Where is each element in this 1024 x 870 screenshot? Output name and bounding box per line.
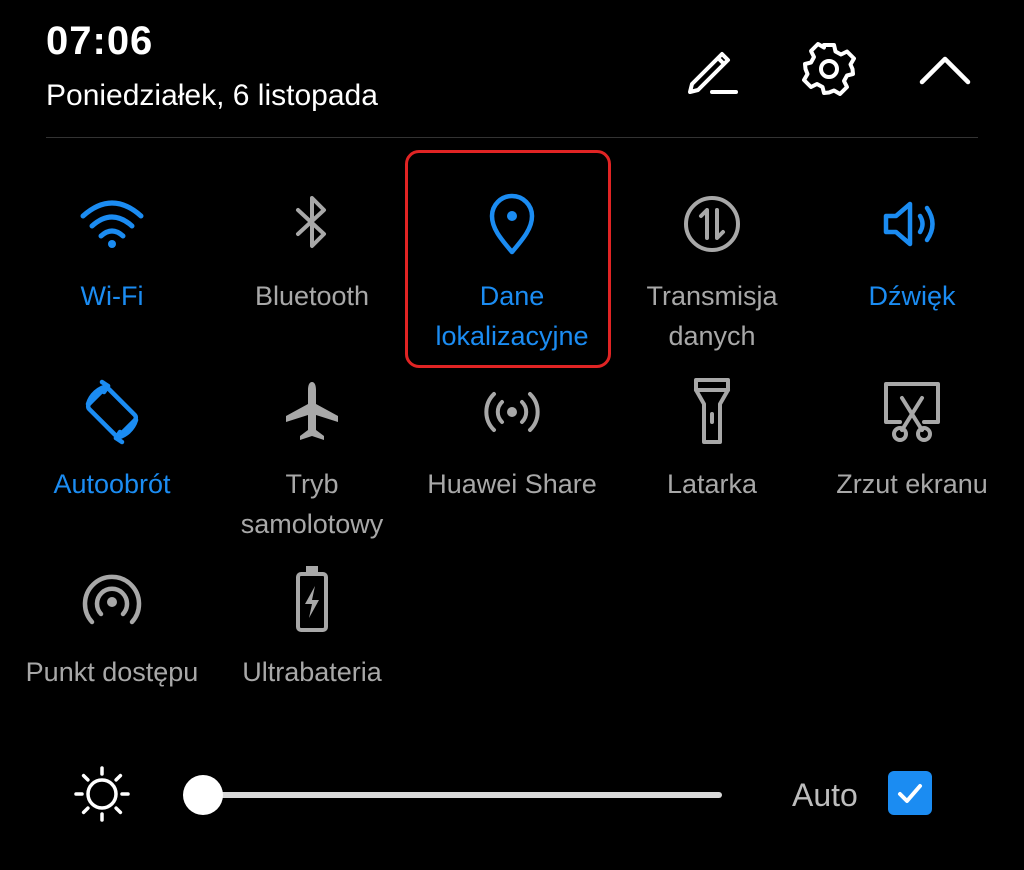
- tile-bluetooth[interactable]: Bluetooth: [212, 186, 412, 374]
- tile-label-screenshot: Zrzut ekranu: [836, 469, 988, 499]
- tile-flashlight[interactable]: Latarka: [612, 374, 812, 562]
- screenshot-icon: [874, 374, 950, 450]
- sound-icon: [874, 186, 950, 262]
- brightness-sun-icon: [74, 766, 130, 822]
- huawei-share-icon: [474, 374, 550, 450]
- collapse-button[interactable]: [916, 40, 974, 98]
- quick-settings-grid: Wi-Fi Bluetooth Dane lokalizacyjne Trans…: [12, 186, 1012, 750]
- tile-label-flashlight: Latarka: [666, 469, 758, 499]
- tile-label-bluetooth: Bluetooth: [254, 281, 370, 311]
- checkmark-icon: [898, 784, 922, 803]
- header-actions: [684, 40, 974, 98]
- tile-airplane-mode[interactable]: Tryb samolotowy: [212, 374, 412, 562]
- settings-button[interactable]: [800, 40, 858, 98]
- battery-saver-icon: [274, 562, 350, 638]
- auto-brightness-checkbox[interactable]: [888, 771, 932, 815]
- brightness-slider-thumb[interactable]: [182, 775, 223, 815]
- airplane-icon: [274, 374, 350, 450]
- edit-icon: [688, 52, 738, 94]
- tile-auto-rotate[interactable]: Autoobrót: [12, 374, 212, 562]
- brightness-bar: Auto: [72, 762, 962, 828]
- tile-sound[interactable]: Dźwięk: [812, 186, 1012, 374]
- tile-wifi[interactable]: Wi-Fi: [12, 186, 212, 374]
- date-text: Poniedziałek, 6 listopada: [46, 79, 378, 112]
- bluetooth-icon: [274, 186, 350, 262]
- tile-label-ultra-battery: Ultrabateria: [242, 657, 382, 687]
- clock-time: 07:06: [46, 19, 154, 63]
- tile-label-airplane-mode: Tryb samolotowy: [240, 469, 384, 539]
- status-header: 07:06 Poniedziałek, 6 listopada: [46, 18, 378, 114]
- tile-label-auto-rotate: Autoobrót: [53, 469, 171, 499]
- tile-ultra-battery[interactable]: Ultrabateria: [212, 562, 412, 750]
- tile-huawei-share[interactable]: Huawei Share: [412, 374, 612, 562]
- edit-button[interactable]: [684, 40, 742, 98]
- collapse-chevron-up-icon: [919, 56, 971, 85]
- tile-label-wifi: Wi-Fi: [80, 281, 144, 311]
- settings-gear-icon: [802, 42, 856, 96]
- tile-label-huawei-share: Huawei Share: [427, 469, 597, 499]
- tile-label-hotspot: Punkt dostępu: [25, 657, 199, 687]
- flashlight-icon: [674, 374, 750, 450]
- hotspot-icon: [74, 562, 150, 638]
- location-pin-icon: [474, 186, 550, 262]
- tile-location[interactable]: Dane lokalizacyjne: [412, 186, 612, 374]
- header-divider: [46, 137, 978, 138]
- wifi-icon: [74, 186, 150, 262]
- tile-label-mobile-data: Transmisja danych: [646, 281, 778, 351]
- tile-hotspot[interactable]: Punkt dostępu: [12, 562, 212, 750]
- tile-mobile-data[interactable]: Transmisja danych: [612, 186, 812, 374]
- auto-brightness-label: Auto: [792, 777, 858, 813]
- tile-label-sound: Dźwięk: [868, 281, 956, 311]
- mobile-data-icon: [674, 186, 750, 262]
- tile-label-location: Dane lokalizacyjne: [435, 281, 589, 351]
- tile-screenshot[interactable]: Zrzut ekranu: [812, 374, 1012, 562]
- auto-rotate-icon: [74, 374, 150, 450]
- brightness-slider-track[interactable]: [192, 792, 722, 798]
